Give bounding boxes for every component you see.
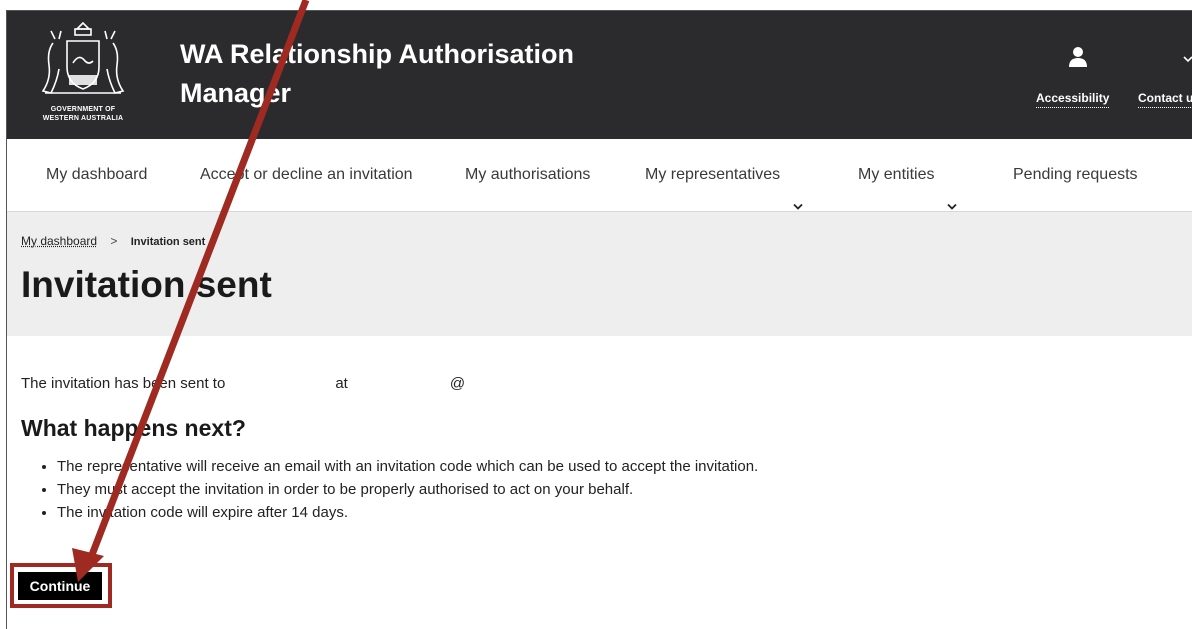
app-title: WA Relationship Authorisation Manager	[180, 35, 620, 113]
what-happens-next-heading: What happens next?	[21, 415, 246, 442]
nav-item-label: My representatives	[645, 166, 780, 183]
accessibility-link[interactable]: Accessibility	[1036, 91, 1109, 108]
app-title-line-2: Manager	[180, 74, 620, 113]
chevron-down-icon	[947, 171, 957, 179]
wa-government-crest-icon[interactable]: GOVERNMENT OF WESTERN AUSTRALIA	[25, 19, 141, 127]
crest-caption-line-2: WESTERN AUSTRALIA	[25, 114, 141, 123]
page-title: Invitation sent	[21, 264, 272, 306]
list-item: They must accept the invitation in order…	[57, 478, 758, 501]
app-window: GOVERNMENT OF WESTERN AUSTRALIA WA Relat…	[6, 10, 1192, 629]
breadcrumb-current: Invitation sent	[131, 236, 206, 248]
continue-button[interactable]: Continue	[18, 572, 102, 600]
chevron-down-icon	[793, 171, 803, 179]
nav-item-label: My entities	[858, 166, 934, 183]
invitation-sent-message: The invitation has been sent to at @	[21, 375, 465, 392]
breadcrumb: My dashboard > Invitation sent	[21, 234, 205, 248]
contact-link[interactable]: Contact u	[1138, 91, 1192, 108]
app-title-line-1: WA Relationship Authorisation	[180, 35, 620, 74]
crest-caption: GOVERNMENT OF WESTERN AUSTRALIA	[25, 105, 141, 123]
nav-item-label: My authorisations	[465, 166, 590, 183]
sent-message-email-at: @	[450, 375, 465, 392]
nav-item-accept-invitation[interactable]: Accept or decline an invitation	[200, 139, 413, 211]
chevron-down-icon[interactable]	[1183, 51, 1192, 61]
nav-item-label: Pending requests	[1013, 166, 1138, 183]
breadcrumb-home-link[interactable]: My dashboard	[21, 234, 97, 248]
sent-message-at: at	[335, 375, 348, 392]
sent-message-text: The invitation has been sent to	[21, 375, 225, 392]
nav-item-label: My dashboard	[46, 166, 147, 183]
list-item: The representative will receive an email…	[57, 455, 758, 478]
site-header: GOVERNMENT OF WESTERN AUSTRALIA WA Relat…	[7, 11, 1192, 139]
nav-item-my-representatives[interactable]: My representatives	[645, 139, 803, 211]
next-steps-list: The representative will receive an email…	[21, 455, 758, 524]
nav-item-my-entities[interactable]: My entities	[858, 139, 957, 211]
nav-item-my-dashboard[interactable]: My dashboard	[46, 139, 147, 211]
nav-item-label: Accept or decline an invitation	[200, 166, 413, 183]
breadcrumb-separator: >	[110, 234, 117, 248]
page-heading-area: My dashboard > Invitation sent Invitatio…	[7, 212, 1192, 336]
crest-caption-line-1: GOVERNMENT OF	[25, 105, 141, 114]
user-icon[interactable]	[1067, 45, 1089, 69]
list-item: The invitation code will expire after 14…	[57, 501, 758, 524]
nav-item-my-authorisations[interactable]: My authorisations	[465, 139, 590, 211]
nav-item-pending-requests[interactable]: Pending requests	[1013, 139, 1138, 211]
main-nav: My dashboard Accept or decline an invita…	[7, 139, 1192, 212]
